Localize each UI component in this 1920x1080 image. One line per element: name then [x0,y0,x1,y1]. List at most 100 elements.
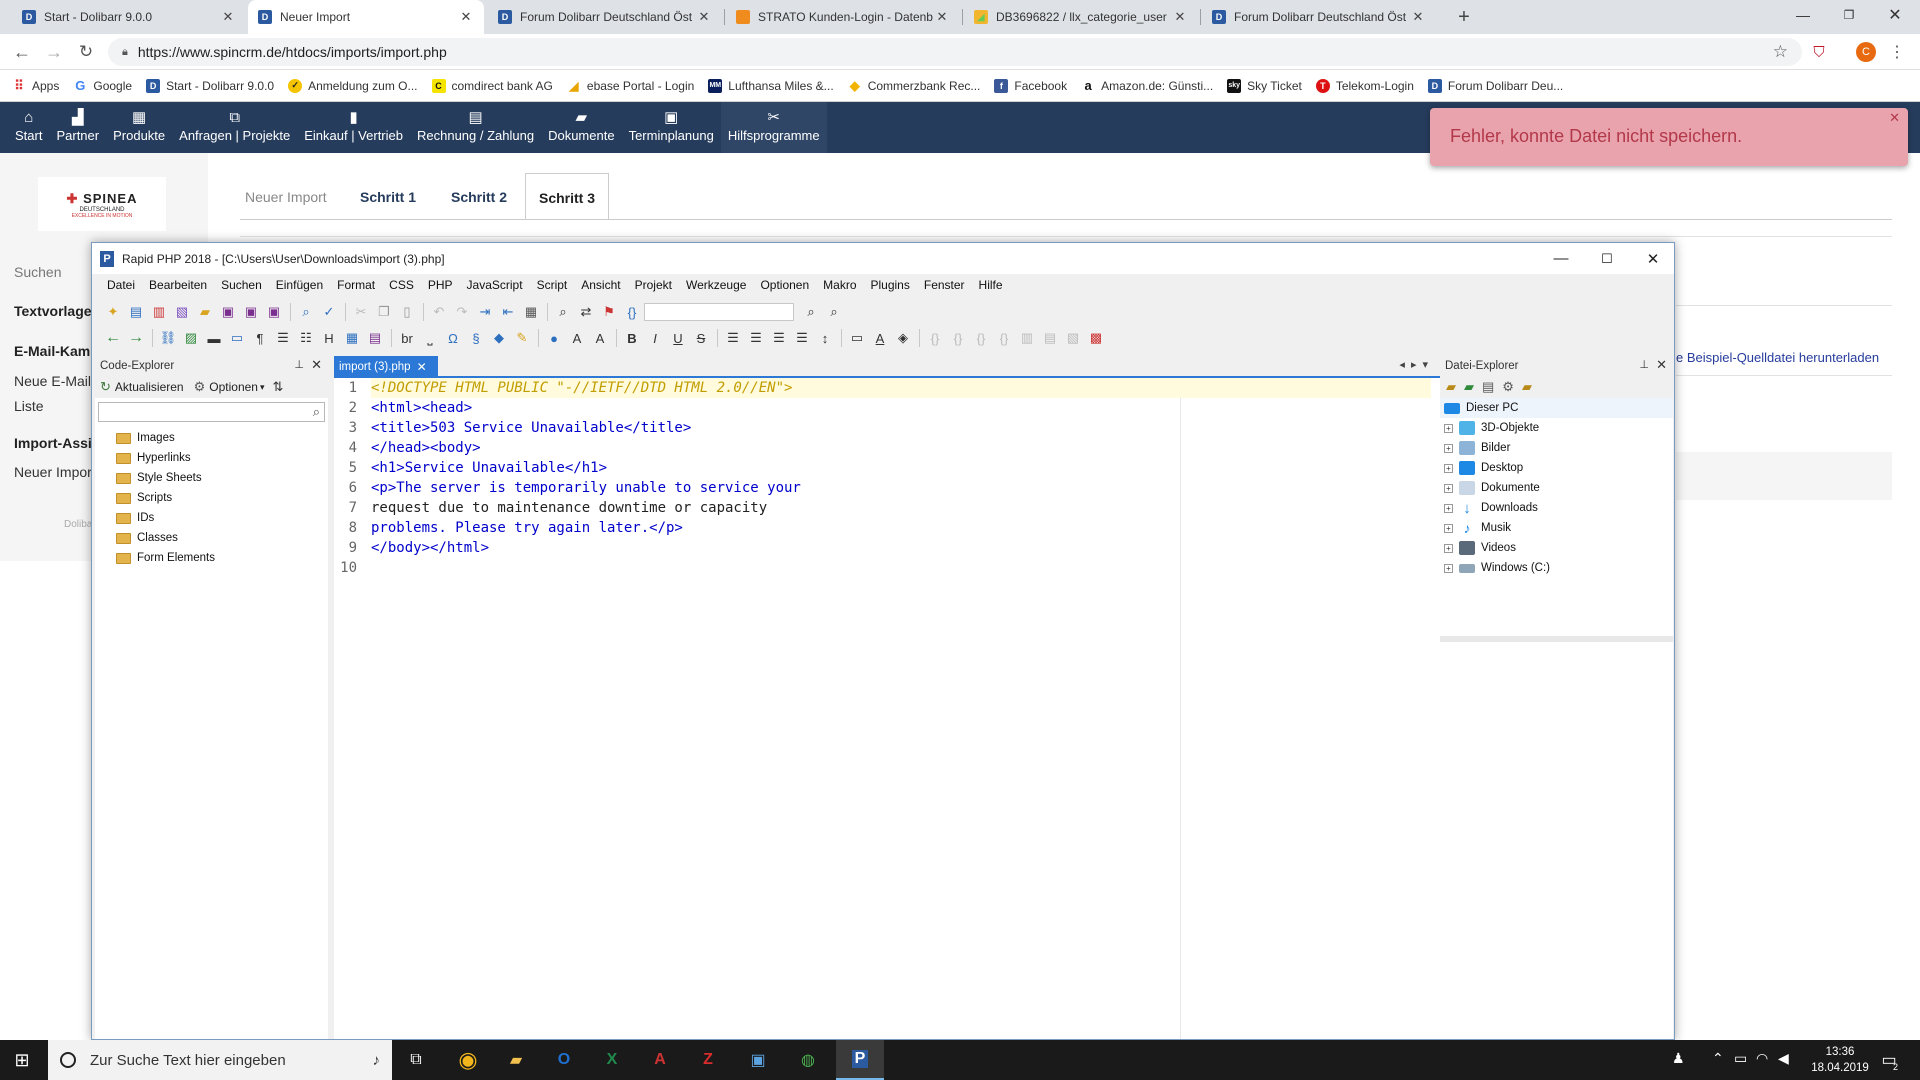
browser-tab[interactable]: STRATO Kunden-Login - Datenb ✕ [726,0,960,34]
align-right-icon[interactable]: ☰ [768,327,790,349]
code-line[interactable]: <title>503 Service Unavailable</title> [371,418,1431,438]
bookmark-item[interactable]: ◢ ebase Portal - Login [567,79,694,93]
close-icon[interactable]: ✕ [696,9,712,25]
find-icon[interactable]: ⌕ [552,301,574,323]
bullet-list-icon[interactable]: ☰ [272,327,294,349]
remote-desktop-icon[interactable]: ▣ [734,1040,782,1080]
font-size-up-icon[interactable]: A [566,327,588,349]
save-icon[interactable]: ▣ [217,301,239,323]
excel-icon[interactable]: X [588,1040,636,1080]
people-icon[interactable]: ♟ [1672,1050,1685,1067]
code-line[interactable] [371,558,1431,578]
tray-chevron-icon[interactable]: ⌃ [1712,1050,1724,1067]
outlook-icon[interactable]: O [540,1040,588,1080]
menu-item-rechnung[interactable]: ▤ Rechnung / Zahlung [410,102,541,153]
editor-tab[interactable]: import (3).php ✕ [334,356,438,378]
bookmark-item[interactable]: D Start - Dolibarr 9.0.0 [146,78,274,93]
menu-hilfe[interactable]: Hilfe [979,278,1003,292]
new-file-icon[interactable]: ✦ [102,301,124,323]
refresh-icon[interactable]: ↻ [100,379,111,395]
back-arrow-icon[interactable]: ← [10,41,34,63]
close-icon[interactable]: ✕ [934,9,950,25]
forward-arrow-icon[interactable]: → [125,327,147,349]
code-editor[interactable]: 1 2 3 4 5 6 7 8 9 10 <!DOCTYPE HTML PUBL… [334,378,1440,1039]
bookmark-item[interactable]: a Amazon.de: Günsti... [1081,78,1213,93]
menu-item-start[interactable]: ⌂ Start [8,102,49,153]
bookmark-item[interactable]: ⠿ Apps [12,78,59,93]
folder-up-icon[interactable]: ▰ [1446,379,1456,395]
horizontal-rule-icon[interactable]: ▬ [203,327,225,349]
paste-icon[interactable]: ▯ [396,301,418,323]
browser-tab-active[interactable]: D Neuer Import ✕ [248,0,484,34]
menu-css[interactable]: CSS [389,278,414,292]
font-color-icon[interactable]: A [869,327,891,349]
menu-dots-icon[interactable]: ⋮ [1889,42,1905,62]
tree-item-bilder[interactable]: + Bilder [1440,438,1673,458]
underline-icon[interactable]: U [667,327,689,349]
left-menu-neuer-import[interactable]: Neuer Import [14,464,94,480]
close-icon[interactable]: ✕ [417,360,427,374]
code-line[interactable]: </body></html> [371,538,1431,558]
code-line[interactable]: request due to maintenance downtime or c… [371,498,1431,518]
forward-arrow-icon[interactable]: → [42,41,66,63]
justify-icon[interactable]: ☰ [791,327,813,349]
expand-icon[interactable]: + [1444,443,1453,453]
bookmark-icon[interactable]: ⚑ [598,301,620,323]
tree-item-dieser-pc[interactable]: Dieser PC [1440,398,1673,418]
left-menu-textvorlagen[interactable]: Textvorlagen [14,303,94,319]
menu-projekt[interactable]: Projekt [635,278,672,292]
tree-item-scripts[interactable]: Scripts [95,488,328,508]
minimize-icon[interactable]: — [1780,0,1826,30]
close-window-icon[interactable]: ✕ [1872,0,1918,30]
replace-icon[interactable]: ⇄ [575,301,597,323]
menu-item-dokumente[interactable]: ▰ Dokumente [541,102,621,153]
sort-icon[interactable]: ⇅ [273,379,284,395]
spellcheck-icon[interactable]: ✓ [318,301,340,323]
bookmark-star-icon[interactable]: ☆ [1773,42,1788,62]
reload-icon[interactable]: ↻ [74,41,98,63]
image-icon[interactable]: ▨ [180,327,202,349]
network-globe-icon[interactable]: ◍ [784,1040,832,1080]
cut-icon[interactable]: ✂ [350,301,372,323]
favorite-folder-icon[interactable]: ▰ [1522,379,1532,395]
pin-icon[interactable]: ⊥ [1639,358,1649,371]
gear-icon[interactable]: ⚙ [194,379,206,395]
expand-icon[interactable]: + [1444,523,1453,533]
expand-icon[interactable]: + [1444,423,1453,433]
comment-icon[interactable]: ▭ [226,327,248,349]
find-prev-icon[interactable]: ⌕ [823,301,845,323]
tree-item-ids[interactable]: IDs [95,508,328,528]
volume-icon[interactable]: ◀ [1778,1050,1789,1067]
heading-icon[interactable]: H [318,327,340,349]
refresh-button[interactable]: Aktualisieren [115,380,184,394]
expand-icon[interactable]: + [1444,563,1453,573]
profile-avatar[interactable]: C [1856,42,1876,62]
bookmark-item[interactable]: T Telekom-Login [1315,78,1414,93]
bookmark-item[interactable]: f Facebook [994,78,1067,93]
browser-tab[interactable]: D Forum Dolibarr Deutschland Öst ✕ [1202,0,1436,34]
menu-item-partner[interactable]: ▟ Partner [49,102,106,153]
maximize-icon[interactable]: ☐ [1584,243,1630,274]
bookmark-item[interactable]: ◆ Commerzbank Rec... [848,78,981,93]
restore-icon[interactable]: ❐ [1826,0,1872,30]
nbsp-icon[interactable]: ⎵ [419,327,441,349]
code-explorer-search-input[interactable]: ⌕ [98,402,325,422]
tab-neuer-import[interactable]: Neuer Import [245,173,327,219]
numbered-list-icon[interactable]: ☷ [295,327,317,349]
bookmark-item[interactable]: MM Lufthansa Miles &... [708,78,834,93]
validate-icon[interactable]: ▩ [1085,327,1107,349]
tab-schritt-2[interactable]: Schritt 2 [451,173,507,219]
brush-icon[interactable]: ✎ [511,327,533,349]
close-icon[interactable]: ✕ [220,9,236,25]
bookmark-item[interactable]: D Forum Dolibarr Deu... [1427,78,1563,93]
code-line[interactable]: problems. Please try again later.</p> [371,518,1431,538]
new-php-icon[interactable]: ▧ [171,301,193,323]
bookmark-item[interactable]: G Google [73,78,132,93]
menu-datei[interactable]: Datei [107,278,135,292]
outdent-icon[interactable]: ⇤ [497,301,519,323]
task-view-icon[interactable]: ⧉ [392,1040,440,1080]
tree-item-classes[interactable]: Classes [95,528,328,548]
save-as-icon[interactable]: ▣ [240,301,262,323]
new-folder-icon[interactable]: ▰ [1464,379,1474,395]
close-icon[interactable]: ✕ [458,9,474,25]
